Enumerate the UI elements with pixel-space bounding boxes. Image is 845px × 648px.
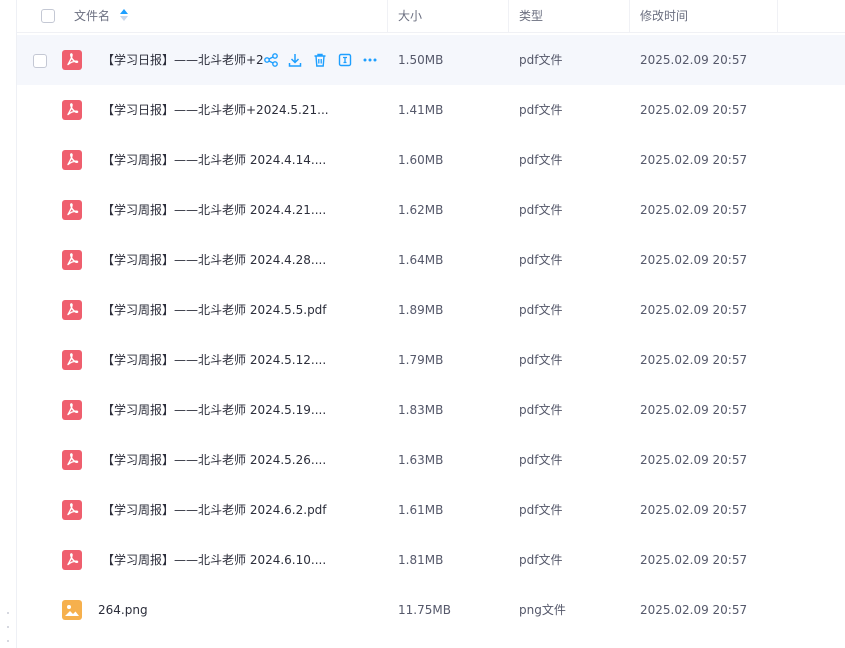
sort-icon[interactable] <box>120 9 128 21</box>
file-size: 1.81MB <box>398 553 444 567</box>
file-type: pdf文件 <box>519 353 563 367</box>
file-modified-time: 2025.02.09 20:57 <box>640 553 748 567</box>
file-size: 1.63MB <box>398 453 444 467</box>
file-type: pdf文件 <box>519 203 563 217</box>
file-modified-time: 2025.02.09 20:57 <box>640 603 748 617</box>
file-type: pdf文件 <box>519 403 563 417</box>
column-header-size[interactable]: 大小 <box>398 0 422 32</box>
file-modified-time: 2025.02.09 20:57 <box>640 403 748 417</box>
table-row[interactable]: 【学习周报】——北斗老师 2024.5.12.... 1.79MB pdf文件 202… <box>17 335 845 385</box>
pdf-file-icon <box>62 250 82 270</box>
pdf-file-icon <box>62 400 82 420</box>
file-table: 【学习日报】——北斗老师 2024.6.13....1.58MBpdf文件202… <box>17 0 845 648</box>
file-name[interactable]: 264.png <box>98 585 148 635</box>
table-row[interactable]: 【学习周报】——北斗老师 2024.5.26.... 1.63MB pdf文件 202… <box>17 435 845 485</box>
file-name[interactable]: 【学习周报】——北斗老师 2024.6.10.... <box>102 535 326 585</box>
file-type: png文件 <box>519 603 566 617</box>
column-divider <box>508 0 509 32</box>
table-row[interactable]: 【学习周报】——北斗老师 2024.6.2.pdf 1.61MB pdf文件 2025… <box>17 485 845 535</box>
table-row[interactable]: 【学习周报】——北斗老师 2024.4.14.... 1.60MB pdf文件 202… <box>17 135 845 185</box>
file-size: 1.61MB <box>398 503 444 517</box>
file-modified-time: 2025.02.09 20:57 <box>640 203 748 217</box>
column-divider <box>629 0 630 32</box>
file-size: 11.75MB <box>398 603 451 617</box>
table-row[interactable]: 【学习日报】——北斗老师+2024.5.21... 1.41MB pdf文件 2025… <box>17 85 845 135</box>
file-size: 1.64MB <box>398 253 444 267</box>
column-header-modified[interactable]: 修改时间 <box>640 0 688 32</box>
file-type: pdf文件 <box>519 553 563 567</box>
file-name[interactable]: 【学习周报】——北斗老师 2024.6.2.pdf <box>102 485 327 535</box>
file-name[interactable]: 【学习日报】——北斗老师+2 <box>102 35 264 85</box>
file-modified-time: 2025.02.09 20:57 <box>640 103 748 117</box>
file-size: 1.89MB <box>398 303 444 317</box>
file-modified-time: 2025.02.09 20:57 <box>640 503 748 517</box>
file-name[interactable]: 【学习周报】——北斗老师 2024.5.5.pdf <box>102 285 327 335</box>
file-size: 1.41MB <box>398 103 444 117</box>
column-header-name[interactable]: 文件名 <box>74 0 110 32</box>
table-row[interactable]: 【学习周报】——北斗老师 2024.5.5.pdf 1.89MB pdf文件 2025… <box>17 285 845 335</box>
file-type: pdf文件 <box>519 53 563 67</box>
pdf-file-icon <box>62 50 82 70</box>
file-modified-time: 2025.02.09 20:57 <box>640 453 748 467</box>
table-row[interactable]: 【学习周报】——北斗老师 2024.4.21.... 1.62MB pdf文件 202… <box>17 185 845 235</box>
share-icon[interactable] <box>262 51 280 69</box>
select-all-checkbox[interactable] <box>41 9 55 23</box>
file-name[interactable]: 【学习周报】——北斗老师 2024.4.21.... <box>102 185 326 235</box>
file-size: 1.79MB <box>398 353 444 367</box>
table-row[interactable]: 【学习周报】——北斗老师 2024.4.28.... 1.64MB pdf文件 202… <box>17 235 845 285</box>
file-name[interactable]: 【学习周报】——北斗老师 2024.4.28.... <box>102 235 326 285</box>
download-icon[interactable] <box>286 51 304 69</box>
pdf-file-icon <box>62 450 82 470</box>
file-type: pdf文件 <box>519 503 563 517</box>
table-row[interactable]: 【学习周报】——北斗老师 2024.5.19.... 1.83MB pdf文件 202… <box>17 385 845 435</box>
pdf-file-icon <box>62 150 82 170</box>
gutter-dot <box>7 612 9 614</box>
file-type: pdf文件 <box>519 303 563 317</box>
file-name[interactable]: 【学习周报】——北斗老师 2024.5.26.... <box>102 435 326 485</box>
left-panel-edge <box>0 0 17 648</box>
column-divider <box>777 0 778 32</box>
table-row[interactable]: 【学习周报】——北斗老师 2024.6.10.... 1.81MB pdf文件 202… <box>17 535 845 585</box>
pdf-file-icon <box>62 550 82 570</box>
delete-icon[interactable] <box>311 51 329 69</box>
rename-icon[interactable] <box>336 51 354 69</box>
gutter-dot <box>7 640 9 642</box>
file-modified-time: 2025.02.09 20:57 <box>640 53 748 67</box>
file-size: 1.83MB <box>398 403 444 417</box>
image-file-icon <box>62 600 82 620</box>
file-size: 1.50MB <box>398 53 444 67</box>
file-name[interactable]: 【学习周报】——北斗老师 2024.5.12.... <box>102 335 326 385</box>
file-type: pdf文件 <box>519 253 563 267</box>
column-header-type[interactable]: 类型 <box>519 0 543 32</box>
file-name[interactable]: 【学习周报】——北斗老师 2024.4.14.... <box>102 135 326 185</box>
row-checkbox[interactable] <box>33 54 47 68</box>
file-name[interactable]: 【学习日报】——北斗老师+2024.5.21... <box>102 85 329 135</box>
pdf-file-icon <box>62 500 82 520</box>
table-row[interactable]: 【学习日报】——北斗老师+2 1.50MB pdf文件 2025.02.09 20:5… <box>17 35 845 85</box>
more-icon[interactable] <box>361 51 379 69</box>
file-modified-time: 2025.02.09 20:57 <box>640 303 748 317</box>
pdf-file-icon <box>62 100 82 120</box>
table-header: 文件名 大小 类型 修改时间 <box>17 0 845 33</box>
file-type: pdf文件 <box>519 153 563 167</box>
gutter-dot <box>7 626 9 628</box>
file-size: 1.60MB <box>398 153 444 167</box>
column-divider <box>387 0 388 32</box>
file-type: pdf文件 <box>519 453 563 467</box>
pdf-file-icon <box>62 200 82 220</box>
file-modified-time: 2025.02.09 20:57 <box>640 253 748 267</box>
table-row[interactable]: 264.png 11.75MB png文件 2025.02.09 20:57 <box>17 585 845 635</box>
pdf-file-icon <box>62 350 82 370</box>
file-modified-time: 2025.02.09 20:57 <box>640 353 748 367</box>
file-size: 1.62MB <box>398 203 444 217</box>
file-modified-time: 2025.02.09 20:57 <box>640 153 748 167</box>
file-type: pdf文件 <box>519 103 563 117</box>
pdf-file-icon <box>62 300 82 320</box>
file-name[interactable]: 【学习周报】——北斗老师 2024.5.19.... <box>102 385 326 435</box>
